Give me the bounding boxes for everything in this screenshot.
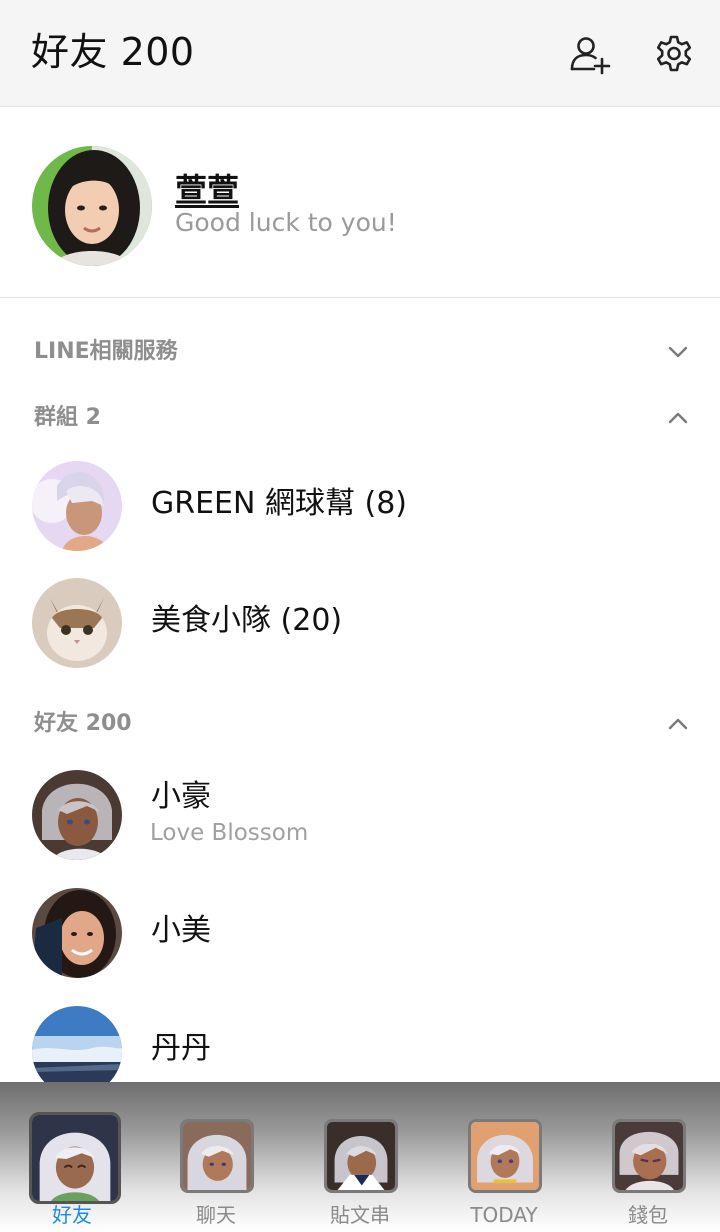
tab-wallet-icon <box>612 1119 686 1193</box>
bottom-tab-bar: 好友 聊天 貼文串 TODAY 錢包 <box>0 1082 720 1232</box>
top-bar: 好友 200 <box>0 0 720 107</box>
tab-label: 貼文串 <box>330 1203 390 1227</box>
tab-label: 聊天 <box>196 1203 236 1227</box>
profile-avatar[interactable] <box>32 146 152 266</box>
tab-label: TODAY <box>470 1203 538 1227</box>
friend-name: 小豪 <box>151 779 211 814</box>
profile-status-message: Good luck to you! <box>175 208 397 237</box>
section-label: 群組 2 <box>34 405 101 430</box>
section-line-services[interactable]: LINE相關服務 <box>0 330 720 374</box>
tab-chats-icon <box>180 1119 254 1193</box>
section-label: 好友 200 <box>34 711 132 736</box>
friend-status-message: Love Blossom <box>150 820 309 846</box>
group-row[interactable]: GREEN 網球幫 (8) <box>0 451 720 561</box>
tab-today[interactable]: TODAY <box>432 1082 576 1232</box>
chevron-down-icon[interactable] <box>666 340 690 364</box>
tab-friends[interactable]: 好友 <box>0 1082 144 1232</box>
settings-icon[interactable] <box>652 32 696 76</box>
tab-wallet[interactable]: 錢包 <box>576 1082 720 1232</box>
section-label: LINE相關服務 <box>34 339 178 364</box>
tab-timeline-icon <box>324 1119 398 1193</box>
group-avatar <box>32 461 122 551</box>
tab-friends-icon <box>29 1112 121 1204</box>
tab-chats[interactable]: 聊天 <box>144 1082 288 1232</box>
chevron-up-icon[interactable] <box>666 406 690 430</box>
group-name: 美食小隊 (20) <box>151 603 343 638</box>
tab-timeline[interactable]: 貼文串 <box>288 1082 432 1232</box>
profile-name: 萱萱 <box>175 171 240 209</box>
friend-avatar <box>32 770 122 860</box>
group-row[interactable]: 美食小隊 (20) <box>0 568 720 678</box>
my-profile[interactable]: 萱萱 Good luck to you! <box>0 108 720 298</box>
friend-avatar <box>32 888 122 978</box>
group-name: GREEN 網球幫 (8) <box>151 486 408 521</box>
friend-row[interactable]: 小豪 Love Blossom <box>0 760 720 870</box>
tab-label: 好友 <box>52 1203 92 1227</box>
tab-today-icon <box>468 1119 542 1193</box>
add-friend-icon[interactable] <box>568 32 612 76</box>
friend-name: 丹丹 <box>151 1031 211 1066</box>
section-friends[interactable]: 好友 200 <box>0 702 720 746</box>
section-groups[interactable]: 群組 2 <box>0 396 720 440</box>
friend-row[interactable]: 小美 <box>0 878 720 988</box>
tab-label: 錢包 <box>628 1203 668 1227</box>
chevron-up-icon[interactable] <box>666 712 690 736</box>
page-title: 好友 200 <box>31 30 195 74</box>
friend-name: 小美 <box>151 913 211 948</box>
group-avatar <box>32 578 122 668</box>
